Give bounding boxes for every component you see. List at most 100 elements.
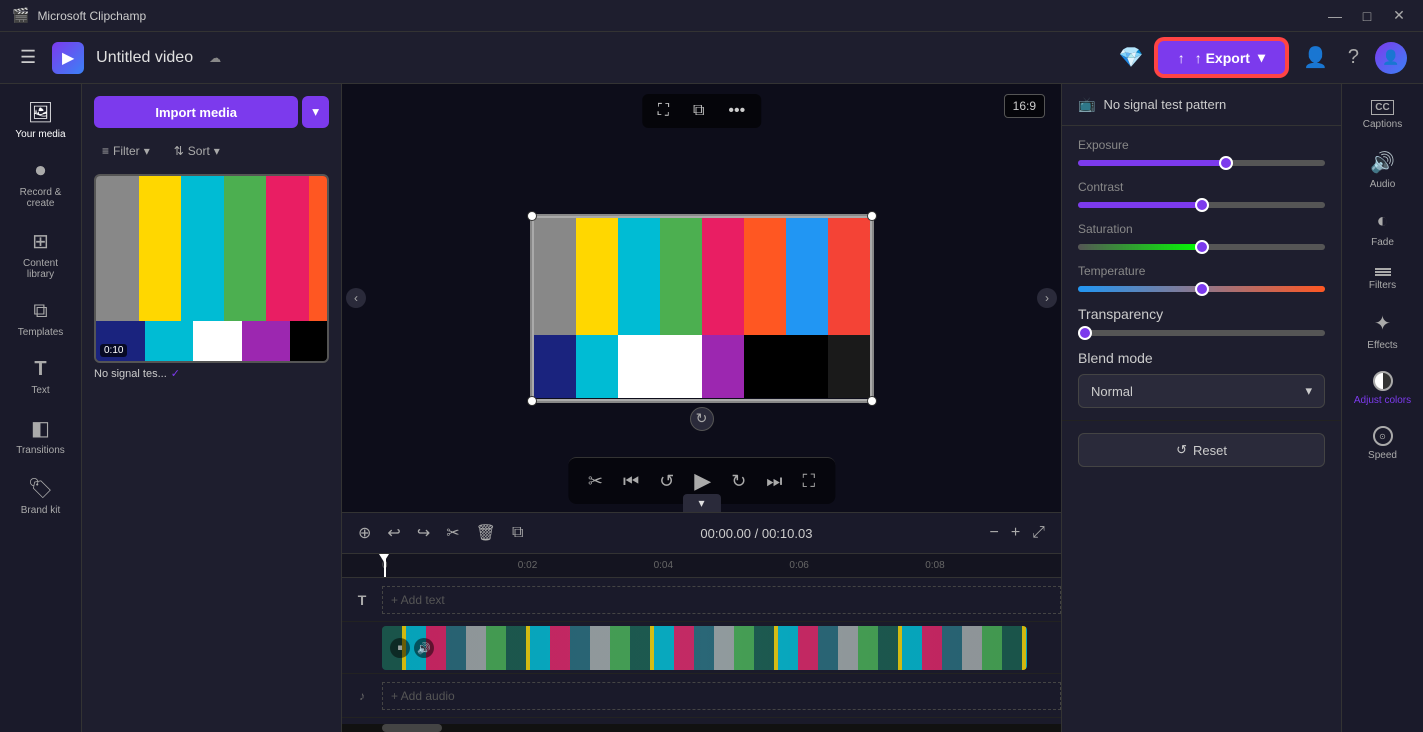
undo-button[interactable]: ↩ [383, 519, 404, 547]
contrast-slider[interactable] [1078, 202, 1325, 208]
zoom-in-button[interactable]: + [1007, 520, 1024, 546]
zoom-out-button[interactable]: − [985, 520, 1002, 546]
right-panel-effects[interactable]: ✦ Effects [1347, 303, 1419, 359]
hamburger-menu[interactable]: ☰ [16, 43, 40, 72]
minimize-button[interactable]: — [1323, 4, 1347, 28]
aspect-ratio-button[interactable]: 16:9 [1004, 94, 1045, 118]
right-panel-fade[interactable]: ◐ Fade [1347, 202, 1419, 256]
import-media-button[interactable]: Import media [94, 96, 298, 128]
blend-mode-select[interactable]: Normal ▾ [1078, 374, 1325, 408]
preview-collapse-right[interactable]: › [1037, 288, 1057, 308]
more-options-button[interactable]: ••• [720, 98, 753, 124]
prev-frame-button[interactable]: ⏮ [619, 467, 643, 496]
audio-label: Audio [1370, 179, 1396, 190]
video-track-content[interactable]: ⏸ 🔊 [382, 622, 1061, 673]
sidebar-item-text[interactable]: T Text [5, 350, 77, 404]
record-create-label: Record & create [9, 187, 73, 209]
header: ☰ ▶ Untitled video ☁ 💎 ↑ ↑ Export ▾ 👤 ? … [0, 32, 1423, 84]
header-right: 💎 ↑ ↑ Export ▾ 👤 ? 👤 [1119, 39, 1407, 76]
sidebar-item-your-media[interactable]: 🖼 Your media [5, 92, 77, 148]
speed-icon: ⊙ [1373, 426, 1393, 446]
maximize-button[interactable]: □ [1355, 4, 1379, 28]
timeline-scrollbar[interactable] [342, 724, 1061, 732]
resize-handle-tr[interactable] [867, 211, 877, 221]
redo-button[interactable]: ↪ [413, 519, 434, 547]
saturation-slider[interactable] [1078, 244, 1325, 250]
export-dropdown-icon: ▾ [1258, 49, 1265, 66]
clip-pause-button[interactable]: ⏸ [390, 638, 410, 658]
play-button[interactable]: ▶ [690, 464, 715, 498]
resize-handle-br[interactable] [867, 396, 877, 406]
sidebar-item-transitions[interactable]: ◧ Transitions [5, 408, 77, 464]
video-clip[interactable]: ⏸ 🔊 [382, 626, 1027, 670]
sidebar-item-record-create[interactable]: ⏺ Record & create [5, 152, 77, 217]
delete-button[interactable]: 🗑 [472, 519, 500, 547]
saturation-thumb[interactable] [1195, 240, 1209, 254]
app-logo: ▶ [52, 42, 84, 74]
filters-label: Filters [1369, 280, 1396, 291]
reset-button[interactable]: ↺ Reset [1078, 433, 1325, 467]
fullscreen-button[interactable]: ⛶ [799, 467, 820, 496]
rotate-button[interactable]: ↻ [690, 407, 714, 431]
thumbnail-check: ✓ [171, 367, 180, 380]
transparency-thumb[interactable] [1078, 326, 1092, 340]
preview-expand-btn[interactable]: ▾ [682, 494, 720, 512]
close-button[interactable]: ✕ [1387, 4, 1411, 28]
temperature-label: Temperature [1078, 264, 1325, 278]
forward-button[interactable]: ↻ [727, 467, 750, 496]
temperature-slider[interactable] [1078, 286, 1325, 292]
fit-to-screen-button[interactable]: ⤢ [1028, 520, 1049, 546]
share-button[interactable]: 👤 [1299, 41, 1332, 74]
filter-button[interactable]: ≡ Filter ▾ [94, 140, 158, 162]
scrollbar-thumb[interactable] [382, 724, 442, 732]
pip-button[interactable]: ⧉ [685, 98, 712, 124]
rewind-button[interactable]: ↺ [655, 467, 678, 496]
add-text-area[interactable]: + Add text [382, 586, 1061, 614]
thumbnail-image [96, 176, 329, 361]
transparency-slider[interactable] [1078, 330, 1325, 336]
next-frame-button[interactable]: ⏭ [762, 467, 786, 496]
right-panel-audio[interactable]: 🔊 Audio [1347, 142, 1419, 198]
exposure-slider[interactable] [1078, 160, 1325, 166]
temperature-thumb[interactable] [1195, 282, 1209, 296]
zoom-controls: − + ⤢ [985, 520, 1049, 546]
sidebar-item-content-library[interactable]: ⊞ Content library [5, 221, 77, 288]
content-library-icon: ⊞ [32, 229, 49, 254]
properties-header: 📺 No signal test pattern [1062, 84, 1341, 126]
playhead[interactable] [384, 554, 386, 577]
scissors-button[interactable]: ✂ [442, 519, 463, 547]
cut-at-playhead-button[interactable]: ✂ [584, 467, 607, 496]
preview-collapse-left[interactable]: ‹ [346, 288, 366, 308]
user-avatar[interactable]: 👤 [1375, 42, 1407, 74]
saturation-label: Saturation [1078, 222, 1325, 236]
sidebar-item-templates[interactable]: ⧉ Templates [5, 292, 77, 346]
clip-audio-button[interactable]: 🔊 [414, 638, 434, 658]
right-panel-speed[interactable]: ⊙ Speed [1347, 418, 1419, 469]
duplicate-button[interactable]: ⧉ [508, 520, 527, 546]
text-track-content[interactable]: + Add text [382, 578, 1061, 621]
magnet-button[interactable]: ⊕ [354, 519, 375, 547]
export-button[interactable]: ↑ ↑ Export ▾ [1156, 39, 1287, 76]
right-panel-captions[interactable]: CC Captions [1347, 92, 1419, 138]
sidebar-item-brand-kit[interactable]: 🏷 Brand kit [5, 468, 77, 524]
crop-button[interactable]: ⛶ [650, 98, 677, 124]
right-panel-adjust-colors[interactable]: Adjust colors [1347, 363, 1419, 414]
ruler-mark-6: 0:06 [789, 560, 925, 571]
resize-handle-tl[interactable] [527, 211, 537, 221]
resize-handle-bl[interactable] [527, 396, 537, 406]
add-audio-area[interactable]: + Add audio [382, 682, 1061, 710]
import-media-dropdown[interactable]: ▾ [302, 96, 329, 128]
right-panel-filters[interactable]: Filters [1347, 260, 1419, 299]
templates-label: Templates [18, 327, 64, 338]
contrast-thumb[interactable] [1195, 198, 1209, 212]
audio-track-content[interactable]: + Add audio [382, 674, 1061, 717]
export-label: ↑ Export [1195, 50, 1250, 66]
media-thumbnail[interactable]: 0:10 [94, 174, 329, 363]
fade-icon: ◐ [1376, 210, 1388, 233]
help-button[interactable]: ? [1344, 42, 1363, 73]
exposure-thumb[interactable] [1219, 156, 1233, 170]
sort-label: Sort [188, 144, 210, 158]
sort-button[interactable]: ⇅ Sort ▾ [166, 140, 228, 162]
project-name[interactable]: Untitled video [96, 49, 193, 67]
exposure-section: Exposure Contrast [1062, 126, 1341, 421]
